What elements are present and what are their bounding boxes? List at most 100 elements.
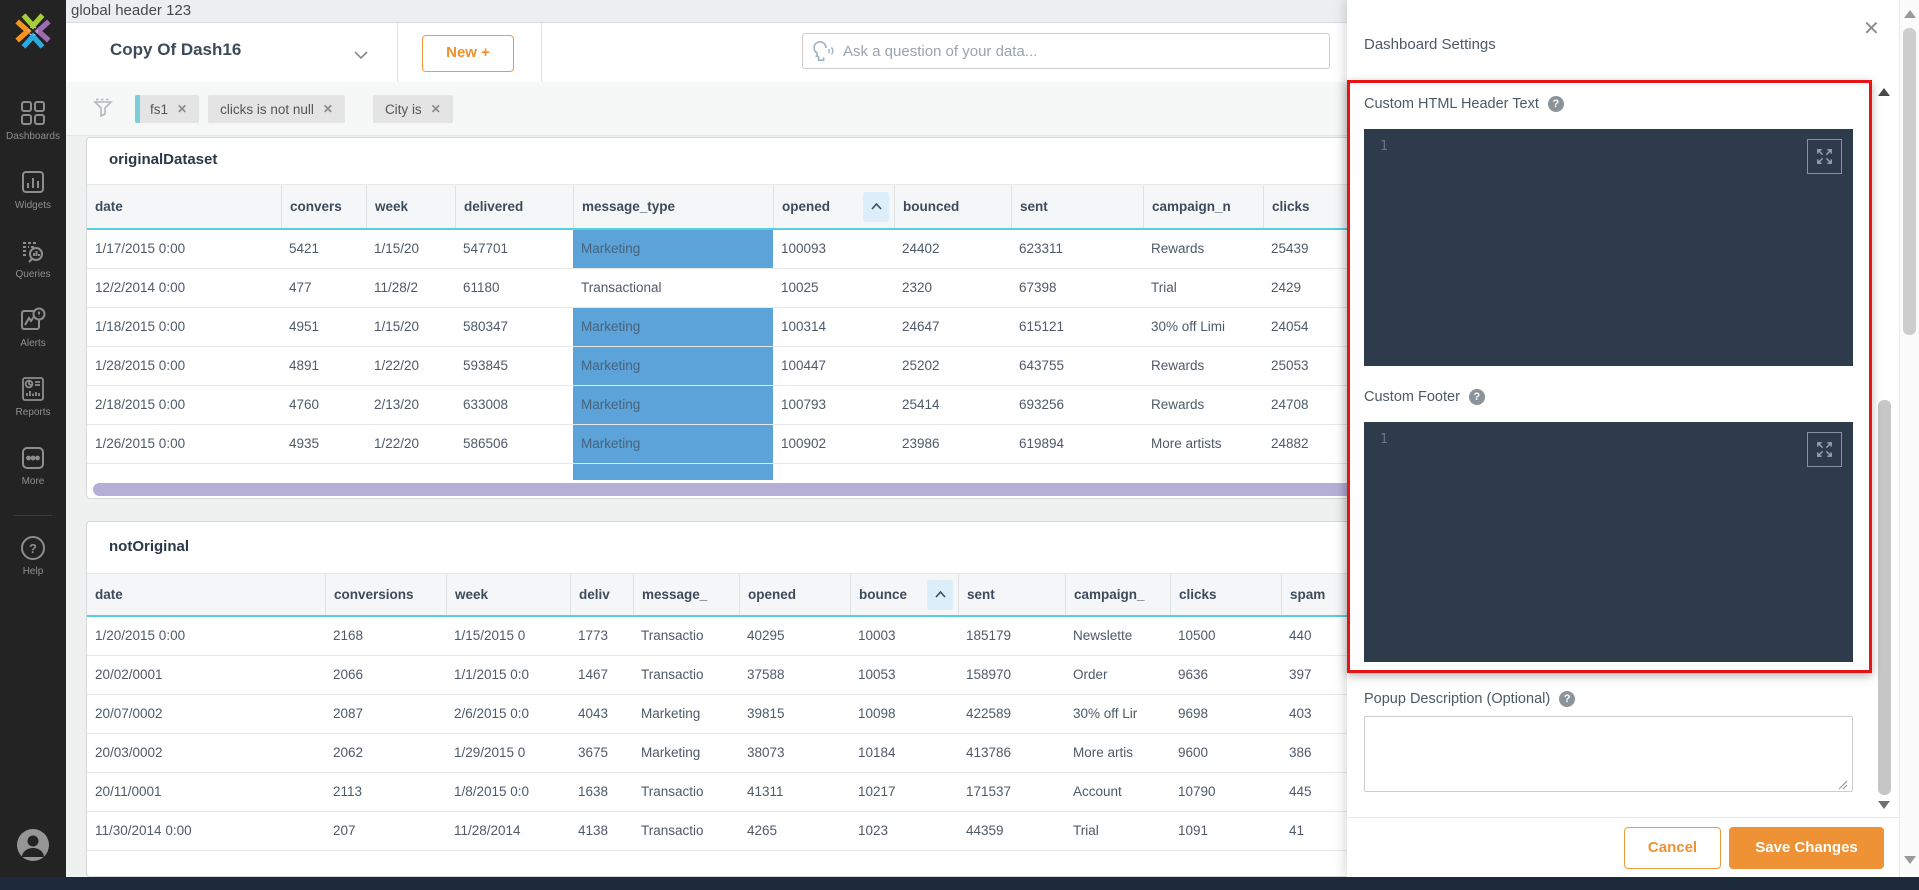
table-cell: 30% off Limi bbox=[1143, 308, 1263, 346]
help-circle-icon[interactable]: ? bbox=[1469, 389, 1485, 405]
column-header-message-type[interactable]: message_type bbox=[573, 185, 773, 228]
table-row[interactable]: 12/2/2014 0:0047711/28/261180Transaction… bbox=[87, 269, 1365, 308]
sidebar-item-widgets[interactable]: Widgets bbox=[15, 168, 51, 211]
table-cell: 40295 bbox=[739, 617, 850, 655]
table-row[interactable]: 1/20/2015 0:0021681/15/2015 01773Transac… bbox=[87, 617, 1365, 656]
sidebar-item-queries[interactable]: Queries bbox=[15, 237, 50, 280]
dashboard-title[interactable]: Copy Of Dash16 bbox=[110, 40, 241, 60]
table-row[interactable]: 1/28/2015 0:0048911/22/20593845Marketing… bbox=[87, 347, 1365, 386]
popup-description-textarea[interactable] bbox=[1364, 716, 1853, 792]
global-header-strip: global header 123 bbox=[66, 0, 1347, 23]
filter-funnel-icon[interactable] bbox=[92, 97, 114, 124]
scrollbar-thumb[interactable] bbox=[1903, 28, 1916, 335]
table-cell: Rewards bbox=[1143, 347, 1263, 385]
filter-chip-city-is[interactable]: City is✕ bbox=[373, 95, 453, 123]
search-input[interactable] bbox=[802, 33, 1330, 69]
table-cell: Marketing bbox=[633, 734, 739, 772]
sort-asc-button[interactable] bbox=[863, 192, 889, 222]
column-header-opened[interactable]: opened bbox=[773, 185, 894, 228]
column-header-sent[interactable]: sent bbox=[1011, 185, 1143, 228]
new-dashboard-button[interactable]: New + bbox=[422, 35, 514, 72]
filter-chip-fs1[interactable]: fs1✕ bbox=[135, 95, 199, 123]
column-header-convers[interactable]: convers bbox=[281, 185, 366, 228]
table-cell: 1/15/2015 0 bbox=[446, 617, 570, 655]
table-cell: 1/18/2015 0:00 bbox=[87, 308, 281, 346]
scroll-up-arrow[interactable] bbox=[1904, 10, 1916, 18]
table-row[interactable]: 20/02/000120661/1/2015 0:01467Transactio… bbox=[87, 656, 1365, 695]
custom-footer-code-editor[interactable]: 1 bbox=[1364, 422, 1853, 662]
expand-editor-icon[interactable] bbox=[1807, 432, 1842, 467]
table-cell: 1/22/20 bbox=[366, 347, 455, 385]
table-cell: Transactio bbox=[633, 812, 739, 850]
column-header-week[interactable]: week bbox=[446, 574, 570, 615]
column-header-sent[interactable]: sent bbox=[958, 574, 1065, 615]
sidebar-item-more[interactable]: More bbox=[20, 444, 46, 487]
table-cell: 23986 bbox=[894, 425, 1011, 463]
table-cell: More artis bbox=[1065, 734, 1170, 772]
cancel-button[interactable]: Cancel bbox=[1624, 827, 1721, 869]
table-cell: 30% off Lir bbox=[1065, 695, 1170, 733]
table-cell: Marketing bbox=[573, 347, 773, 385]
table-cell: 623311 bbox=[1011, 230, 1143, 268]
sidebar-item-dashboards[interactable]: Dashboards bbox=[6, 99, 60, 142]
app-logo-icon[interactable] bbox=[14, 12, 52, 55]
table-row[interactable]: 1/26/2015 0:0049351/22/20586506Marketing… bbox=[87, 425, 1365, 464]
close-icon[interactable]: ✕ bbox=[1863, 16, 1880, 41]
remove-filter-icon[interactable]: ✕ bbox=[323, 102, 333, 116]
sidebar-item-reports[interactable]: Reports bbox=[15, 375, 50, 418]
panel-scrollbar-thumb[interactable] bbox=[1878, 400, 1891, 795]
help-circle-icon[interactable]: ? bbox=[1559, 691, 1575, 707]
column-header-week[interactable]: week bbox=[366, 185, 455, 228]
sidebar-item-help[interactable]: ? Help bbox=[20, 534, 46, 577]
column-header-bounce[interactable]: bounce bbox=[850, 574, 958, 615]
column-header-deliv[interactable]: deliv bbox=[570, 574, 633, 615]
sidebar-divider bbox=[14, 515, 52, 516]
chevron-down-icon[interactable] bbox=[354, 47, 368, 65]
panel-scroll-down-arrow[interactable] bbox=[1878, 801, 1890, 809]
column-header-delivered[interactable]: delivered bbox=[455, 185, 573, 228]
table-row[interactable]: 20/03/000220621/29/2015 03675Marketing38… bbox=[87, 734, 1365, 773]
horizontal-scrollbar[interactable] bbox=[93, 483, 1355, 496]
table-cell: 10217 bbox=[850, 773, 958, 811]
reports-icon bbox=[20, 375, 46, 403]
table-cell: 24647 bbox=[894, 308, 1011, 346]
column-header-clicks[interactable]: clicks bbox=[1170, 574, 1281, 615]
column-header-message-[interactable]: message_ bbox=[633, 574, 739, 615]
remove-filter-icon[interactable]: ✕ bbox=[431, 102, 441, 116]
table-cell: 1/22/20 bbox=[366, 425, 455, 463]
expand-editor-icon[interactable] bbox=[1807, 139, 1842, 174]
bottom-status-bar bbox=[0, 877, 1919, 890]
table-cell: 5421 bbox=[281, 230, 366, 268]
table-row[interactable]: 11/30/2014 0:0020711/28/20144138Transact… bbox=[87, 812, 1365, 851]
sort-asc-button[interactable] bbox=[927, 580, 953, 610]
table-cell: 2113 bbox=[325, 773, 446, 811]
custom-header-code-editor[interactable]: 1 bbox=[1364, 129, 1853, 366]
panel-scroll-up-arrow[interactable] bbox=[1878, 88, 1890, 96]
remove-filter-icon[interactable]: ✕ bbox=[177, 102, 187, 116]
page-scrollbar[interactable] bbox=[1899, 0, 1919, 877]
table-row[interactable]: 20/11/000121131/8/2015 0:01638Transactio… bbox=[87, 773, 1365, 812]
column-header-date[interactable]: date bbox=[87, 185, 281, 228]
table-row[interactable]: 20/07/000220872/6/2015 0:04043Marketing3… bbox=[87, 695, 1365, 734]
table-cell: 586506 bbox=[455, 425, 573, 463]
column-header-date[interactable]: date bbox=[87, 574, 325, 615]
table-cell: 1/29/2015 0 bbox=[446, 734, 570, 772]
line-number: 1 bbox=[1380, 139, 1388, 154]
column-header-bounced[interactable]: bounced bbox=[894, 185, 1011, 228]
widget-original-dataset: originalDataset dateconversweekdelivered… bbox=[86, 137, 1366, 499]
user-avatar[interactable] bbox=[15, 827, 51, 868]
table-cell: Marketing bbox=[573, 386, 773, 424]
column-header-conversions[interactable]: conversions bbox=[325, 574, 446, 615]
column-header-campaign-[interactable]: campaign_ bbox=[1065, 574, 1170, 615]
table-cell: 2/18/2015 0:00 bbox=[87, 386, 281, 424]
save-changes-button[interactable]: Save Changes bbox=[1729, 827, 1884, 869]
column-header-opened[interactable]: opened bbox=[739, 574, 850, 615]
filter-chip-clicks-is-not-null[interactable]: clicks is not null✕ bbox=[208, 95, 345, 123]
sidebar-item-alerts[interactable]: Alerts bbox=[20, 306, 46, 349]
help-circle-icon[interactable]: ? bbox=[1548, 96, 1564, 112]
scroll-down-arrow[interactable] bbox=[1904, 856, 1916, 864]
table-row[interactable]: 1/18/2015 0:0049511/15/20580347Marketing… bbox=[87, 308, 1365, 347]
table-row[interactable]: 2/18/2015 0:0047602/13/20633008Marketing… bbox=[87, 386, 1365, 425]
table-row[interactable]: 1/17/2015 0:0054211/15/20547701Marketing… bbox=[87, 230, 1365, 269]
column-header-campaign-n[interactable]: campaign_n bbox=[1143, 185, 1263, 228]
